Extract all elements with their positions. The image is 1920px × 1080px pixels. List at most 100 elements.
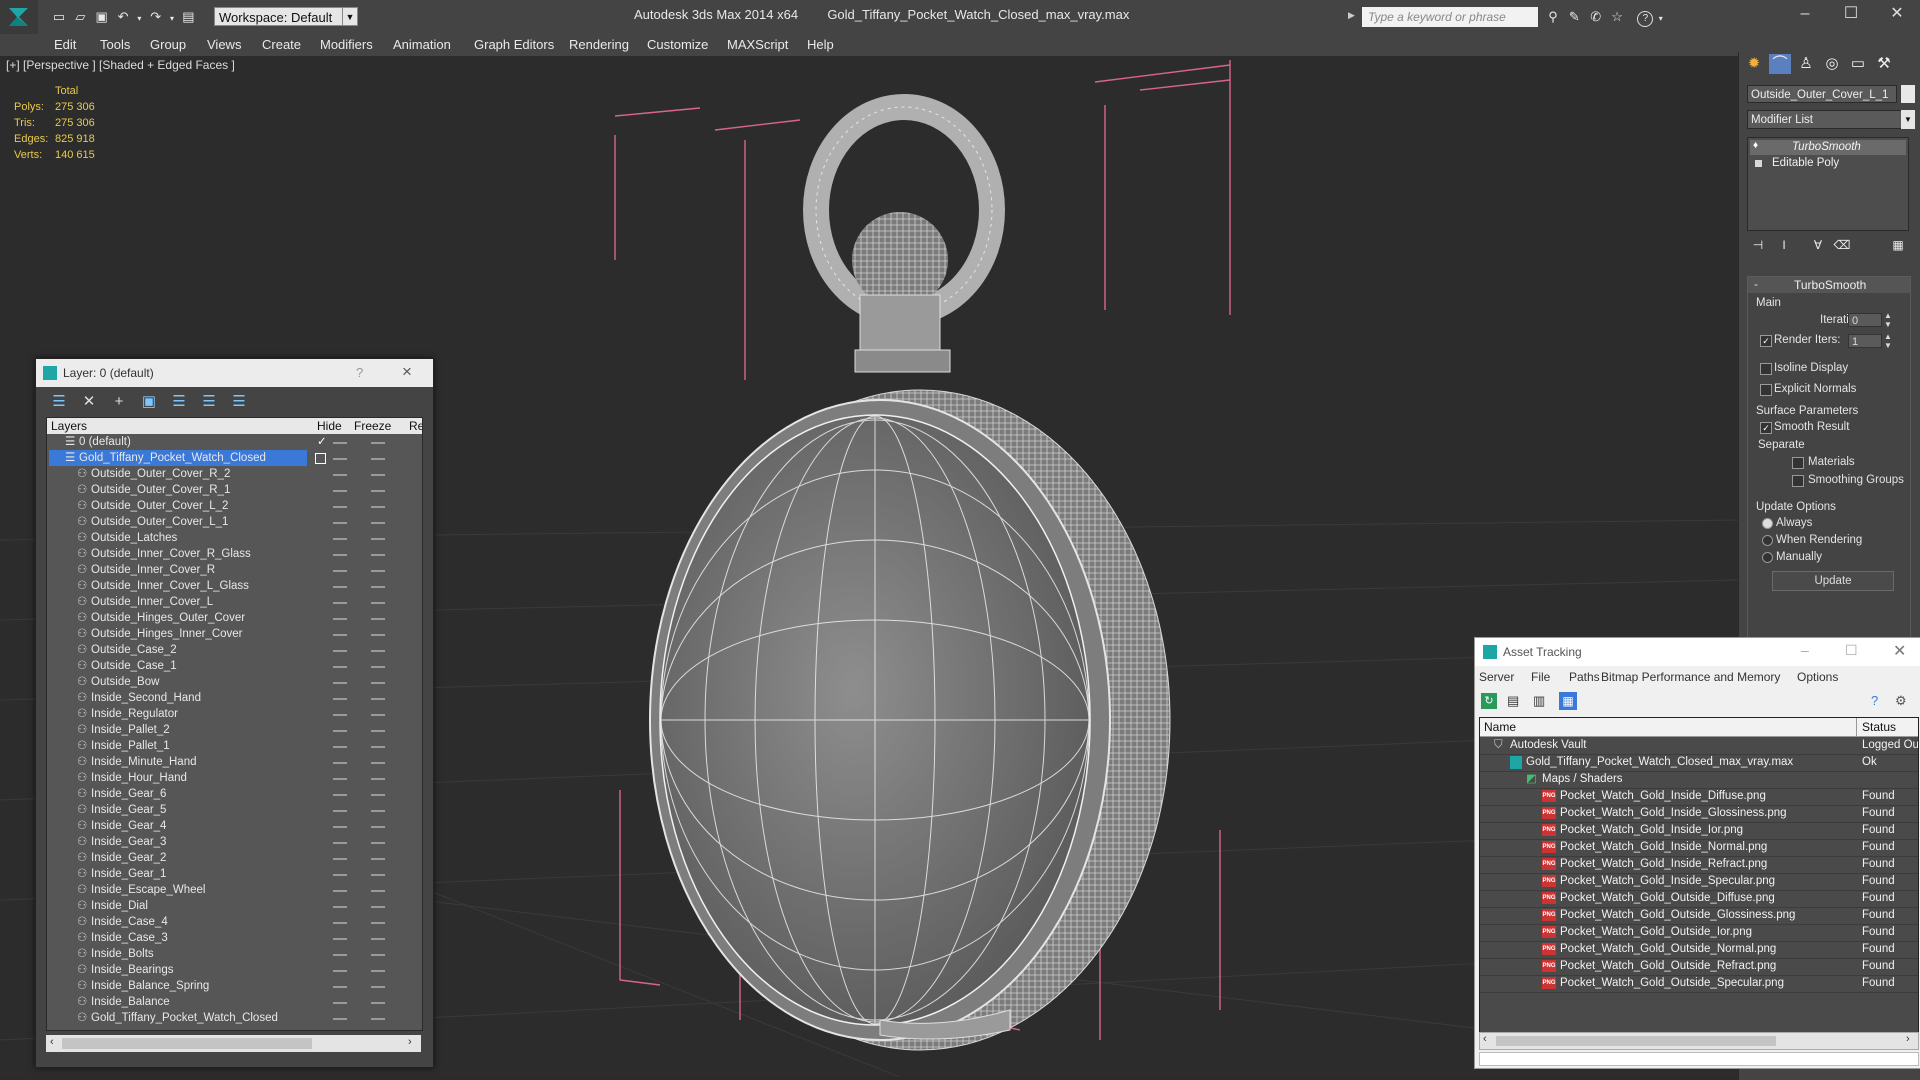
layer-list[interactable]: Layers Hide Freeze Re ☰ 0 (default) ✓ ☰ … <box>46 417 423 1031</box>
asset-row-map[interactable]: PNG Pocket_Watch_Gold_Inside_Refract.png F… <box>1480 856 1918 874</box>
scroll-right-icon[interactable]: › <box>1906 1033 1910 1045</box>
asset-row-map[interactable]: PNG Pocket_Watch_Gold_Inside_Diffuse.png F… <box>1480 788 1918 806</box>
layer-object-row[interactable]: ⚇ Inside_Gear_1 <box>47 866 422 882</box>
hide-toggle[interactable] <box>333 682 347 684</box>
open-file-icon[interactable]: ▱ <box>71 8 89 26</box>
asset-row-map[interactable]: PNG Pocket_Watch_Gold_Inside_Glossiness.p… <box>1480 805 1918 823</box>
motion-tab-icon[interactable]: ◎ <box>1821 54 1843 74</box>
asset-path-field[interactable] <box>1479 1052 1919 1066</box>
layer-object-row[interactable]: ⚇ Inside_Bolts <box>47 946 422 962</box>
hide-toggle[interactable] <box>333 666 347 668</box>
freeze-toggle[interactable] <box>371 554 385 556</box>
freeze-toggle[interactable] <box>371 842 385 844</box>
lightbulb-icon[interactable]: ♦ <box>1753 140 1758 151</box>
freeze-toggle[interactable] <box>371 954 385 956</box>
hide-toggle[interactable] <box>333 1002 347 1004</box>
layer-row-default[interactable]: ☰ 0 (default) ✓ <box>47 434 422 450</box>
freeze-toggle[interactable] <box>371 874 385 876</box>
freeze-toggle[interactable] <box>371 506 385 508</box>
redo-icon[interactable]: ↷ <box>147 8 165 26</box>
freeze-all-layers-icon[interactable]: ☰ <box>230 393 248 411</box>
hide-toggle[interactable] <box>333 938 347 940</box>
layer-object-row[interactable]: ⚇ Outside_Outer_Cover_R_1 <box>47 482 422 498</box>
hide-toggle[interactable] <box>333 842 347 844</box>
asset-row-map[interactable]: PNG Pocket_Watch_Gold_Outside_Ior.png Foun… <box>1480 924 1918 942</box>
modifier-stack[interactable]: ♦ TurboSmooth Editable Poly <box>1747 137 1909 231</box>
menu-maxscript[interactable]: MAXScript <box>727 34 788 56</box>
menu-edit[interactable]: Edit <box>54 34 76 56</box>
close-icon[interactable]: × <box>402 362 412 382</box>
freeze-toggle[interactable] <box>371 602 385 604</box>
freeze-toggle[interactable] <box>371 666 385 668</box>
layer-object-row[interactable]: ⚇ Outside_Inner_Cover_R_Glass <box>47 546 422 562</box>
layer-object-row[interactable]: ⚇ Inside_Gear_3 <box>47 834 422 850</box>
show-end-result-icon[interactable]: I <box>1773 235 1795 255</box>
hide-toggle[interactable] <box>333 698 347 700</box>
freeze-toggle[interactable] <box>371 810 385 812</box>
render-iters-checkbox[interactable]: ✓ <box>1760 335 1772 347</box>
modify-tab-icon[interactable]: ⌒ <box>1769 54 1791 74</box>
menu-animation[interactable]: Animation <box>393 34 451 56</box>
detail-view-icon[interactable]: ▥ <box>1533 693 1545 709</box>
asset-menu-server[interactable]: Server <box>1479 670 1514 684</box>
column-status[interactable]: Status <box>1862 720 1896 734</box>
asset-menu-paths[interactable]: Paths <box>1569 670 1600 684</box>
maximize-button[interactable]: ☐ <box>1828 0 1874 28</box>
create-layer-icon[interactable]: ☰ <box>50 393 68 411</box>
explicit-normals-checkbox[interactable] <box>1760 384 1772 396</box>
layer-object-row[interactable]: ⚇ Inside_Dial <box>47 898 422 914</box>
undo-icon[interactable]: ↶ <box>114 8 132 26</box>
layer-object-row[interactable]: ⚇ Outside_Latches <box>47 530 422 546</box>
asset-row-map[interactable]: PNG Pocket_Watch_Gold_Outside_Refract.png… <box>1480 958 1918 976</box>
display-tab-icon[interactable]: ▭ <box>1847 54 1869 74</box>
asset-window-titlebar[interactable]: Asset Tracking – ☐ ✕ <box>1475 638 1920 666</box>
hide-toggle[interactable] <box>333 826 347 828</box>
layer-object-row[interactable]: ⚇ Inside_Minute_Hand <box>47 754 422 770</box>
column-hide[interactable]: Hide <box>317 419 342 433</box>
hide-toggle[interactable] <box>333 954 347 956</box>
freeze-toggle[interactable] <box>371 1018 385 1020</box>
hide-toggle[interactable] <box>333 442 347 444</box>
hide-toggle[interactable] <box>333 522 347 524</box>
help-dropdown-icon[interactable]: ▾ <box>1657 10 1665 28</box>
minimize-button[interactable]: – <box>1782 0 1828 28</box>
always-radio[interactable] <box>1762 518 1773 529</box>
current-layer-checkbox[interactable] <box>315 453 326 464</box>
freeze-toggle[interactable] <box>371 682 385 684</box>
asset-menu-bitmap[interactable]: Bitmap Performance and Memory <box>1601 670 1780 684</box>
asset-row-vault[interactable]: ⛉ Autodesk Vault Logged Ou <box>1480 737 1918 755</box>
hide-toggle[interactable] <box>333 554 347 556</box>
rollout-header[interactable]: - TurboSmooth <box>1748 277 1910 293</box>
asset-row-map[interactable]: PNG Pocket_Watch_Gold_Outside_Specular.pn… <box>1480 975 1918 993</box>
hierarchy-tab-icon[interactable]: ♙ <box>1795 54 1817 74</box>
new-file-icon[interactable]: ▭ <box>50 8 68 26</box>
layer-object-row[interactable]: ⚇ Outside_Outer_Cover_L_2 <box>47 498 422 514</box>
hide-toggle[interactable] <box>333 1018 347 1020</box>
freeze-toggle[interactable] <box>371 890 385 892</box>
scroll-right-icon[interactable]: › <box>408 1036 412 1048</box>
redo-dropdown-icon[interactable]: ▾ <box>168 10 176 28</box>
layer-object-row[interactable]: ⚇ Outside_Outer_Cover_L_1 <box>47 514 422 530</box>
asset-row-map[interactable]: PNG Pocket_Watch_Gold_Inside_Specular.png… <box>1480 873 1918 891</box>
horizontal-scrollbar[interactable]: ‹ › <box>1479 1032 1919 1050</box>
asset-row-map[interactable]: PNG Pocket_Watch_Gold_Inside_Normal.png Fo… <box>1480 839 1918 857</box>
hide-toggle[interactable] <box>333 714 347 716</box>
create-tab-icon[interactable]: ✹ <box>1743 54 1765 74</box>
save-file-icon[interactable]: ▣ <box>93 8 111 26</box>
freeze-toggle[interactable] <box>371 730 385 732</box>
freeze-toggle[interactable] <box>371 490 385 492</box>
freeze-toggle[interactable] <box>371 794 385 796</box>
layer-object-row[interactable]: ⚇ Inside_Bearings <box>47 962 422 978</box>
layer-object-row[interactable]: ⚇ Outside_Case_2 <box>47 642 422 658</box>
layer-object-row[interactable]: ⚇ Inside_Pallet_2 <box>47 722 422 738</box>
layer-object-row[interactable]: ⚇ Inside_Hour_Hand <box>47 770 422 786</box>
menu-customize[interactable]: Customize <box>647 34 708 56</box>
layer-object-row[interactable]: ⚇ Outside_Case_1 <box>47 658 422 674</box>
materials-checkbox[interactable] <box>1792 457 1804 469</box>
menu-modifiers[interactable]: Modifiers <box>320 34 373 56</box>
layer-object-row[interactable]: ⚇ Inside_Gear_6 <box>47 786 422 802</box>
hide-toggle[interactable] <box>333 538 347 540</box>
highlight-selected-icon[interactable]: ☰ <box>170 393 188 411</box>
when-rendering-radio[interactable] <box>1762 535 1773 546</box>
asset-row-map[interactable]: PNG Pocket_Watch_Gold_Outside_Diffuse.png… <box>1480 890 1918 908</box>
